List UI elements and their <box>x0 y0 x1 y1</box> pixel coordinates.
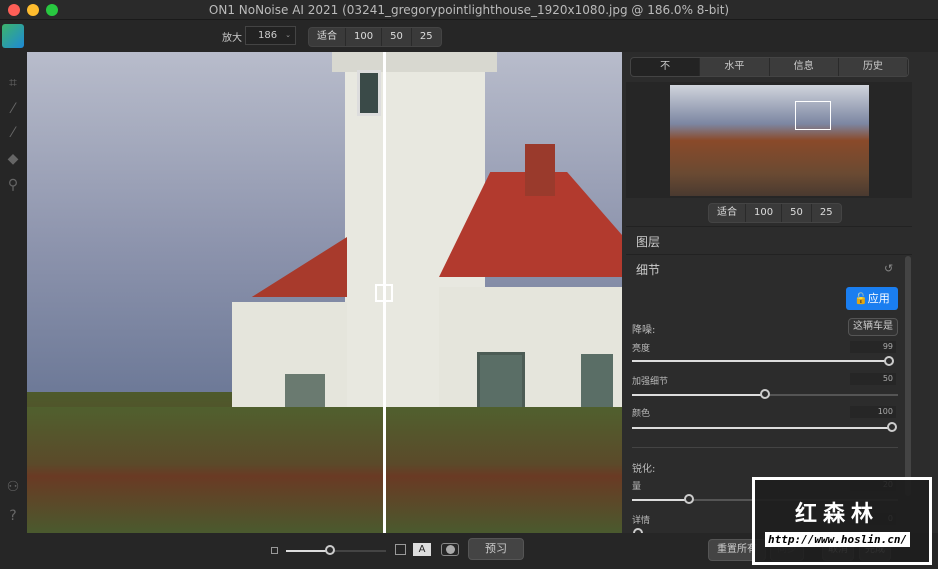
house-window <box>581 354 613 412</box>
help-icon[interactable]: ? <box>4 507 22 525</box>
thumbnail-size-slider[interactable] <box>325 545 335 555</box>
panel-tabs: 不 水平 信息 历史 <box>630 57 909 77</box>
title-bar: ON1 NoNoise AI 2021 (03241_gregorypointl… <box>0 0 938 20</box>
top-toolbar: 放大 186 ⌄ 适合 100 50 25 <box>0 20 938 52</box>
layers-header[interactable]: 图层 <box>636 233 660 250</box>
roof-left <box>235 237 347 297</box>
slider-track-color <box>632 427 894 429</box>
tool-sidebar: ⌗ ⁄ ⁄ ◆ ⚲ ⚇ ? <box>0 52 27 537</box>
mask-view-button[interactable] <box>441 543 459 556</box>
reset-undo-icon[interactable]: ↺ <box>884 262 893 275</box>
nav-zoom-50-button[interactable]: 50 <box>782 204 812 222</box>
apply-label: 应用 <box>867 292 890 305</box>
slider-label-enhance-detail: 加强细节 <box>632 377 669 387</box>
unlock-icon: 🔓 <box>854 292 868 305</box>
small-thumb-icon <box>271 547 278 554</box>
house-window <box>477 352 525 410</box>
tower-window <box>357 70 381 116</box>
slider-track-brightness <box>632 360 894 362</box>
detail-header[interactable]: 细节 <box>636 261 660 278</box>
tab-navigator[interactable]: 不 <box>631 58 701 76</box>
zoom-25-button[interactable]: 25 <box>412 28 441 46</box>
maximize-window-button[interactable] <box>46 4 58 16</box>
nav-zoom-fit-button[interactable]: 适合 <box>709 204 746 222</box>
ai-model-button[interactable]: 这辆车是 <box>848 318 898 336</box>
panel-scrollbar[interactable] <box>905 256 911 496</box>
navigator-thumbnail[interactable] <box>670 85 869 196</box>
nav-zoom-100-button[interactable]: 100 <box>746 204 783 222</box>
chimney <box>525 144 555 196</box>
tab-history[interactable]: 历史 <box>839 58 908 76</box>
watermark-title: 红森林 <box>795 502 880 527</box>
line-mask-tool-icon[interactable]: ⁄ <box>4 124 22 142</box>
zoom-100-button[interactable]: 100 <box>346 28 383 46</box>
zoom-select[interactable]: 186 ⌄ <box>245 26 296 45</box>
slider-value-brightness[interactable]: 99 <box>850 341 896 353</box>
window-title: ON1 NoNoise AI 2021 (03241_gregorypointl… <box>208 3 730 17</box>
zoom-fit-button[interactable]: 适合 <box>309 28 346 46</box>
navigator-area <box>626 82 912 198</box>
watermark-url: http://www.hoslin.cn/ <box>765 532 911 547</box>
slider-label-amount: 量 <box>632 482 642 492</box>
slider-knob-color[interactable] <box>887 422 897 432</box>
watermark: 红森林 http://www.hoslin.cn/ <box>752 477 932 565</box>
zoom-presets: 适合 100 50 25 <box>308 27 442 47</box>
noise-reduction-label: 降噪: <box>632 325 656 336</box>
image-canvas[interactable] <box>27 52 622 533</box>
apply-button[interactable]: 🔓应用 <box>846 287 898 310</box>
nav-zoom-presets: 适合 100 50 25 <box>708 203 842 223</box>
slider-knob-enhance-detail[interactable] <box>760 389 770 399</box>
minimize-window-button[interactable] <box>27 4 39 16</box>
slider-value-color[interactable]: 100 <box>850 406 896 418</box>
slider-label-detail: 详情 <box>632 516 651 526</box>
zoom-tool-icon[interactable]: ⚲ <box>4 176 22 194</box>
slider-value-enhance-detail[interactable]: 50 <box>850 373 896 385</box>
zoom-label: 放大 <box>222 33 242 44</box>
zoom-50-button[interactable]: 50 <box>382 28 412 46</box>
nav-zoom-25-button[interactable]: 25 <box>812 204 841 222</box>
navigator-viewport-box[interactable] <box>795 101 831 130</box>
before-after-toggle-icon[interactable]: A <box>413 543 431 556</box>
close-window-button[interactable] <box>8 4 20 16</box>
foreground-grass <box>27 407 622 533</box>
zoom-value: 186 <box>258 30 278 41</box>
bottom-bar: A 预习 <box>0 533 622 569</box>
account-icon[interactable]: ⚇ <box>4 478 22 496</box>
large-thumb-icon <box>395 544 406 555</box>
slider-label-brightness: 亮度 <box>632 344 651 354</box>
brush-tool-icon[interactable]: ⁄ <box>4 100 22 118</box>
tab-info[interactable]: 信息 <box>770 58 839 76</box>
slider-label-color: 颜色 <box>632 409 651 419</box>
app-logo-icon <box>2 24 24 48</box>
retouch-tool-icon[interactable]: ◆ <box>4 150 22 168</box>
slider-knob-brightness[interactable] <box>884 356 894 366</box>
tab-levels[interactable]: 水平 <box>700 58 770 76</box>
sharpen-label: 锐化: <box>632 464 656 475</box>
tower-rail <box>332 52 497 72</box>
crop-tool-icon[interactable]: ⌗ <box>4 74 22 92</box>
split-divider-handle[interactable] <box>375 284 393 302</box>
slider-knob-amount[interactable] <box>684 494 694 504</box>
preview-button[interactable]: 预习 <box>468 538 524 560</box>
chevron-down-icon: ⌄ <box>285 31 291 39</box>
